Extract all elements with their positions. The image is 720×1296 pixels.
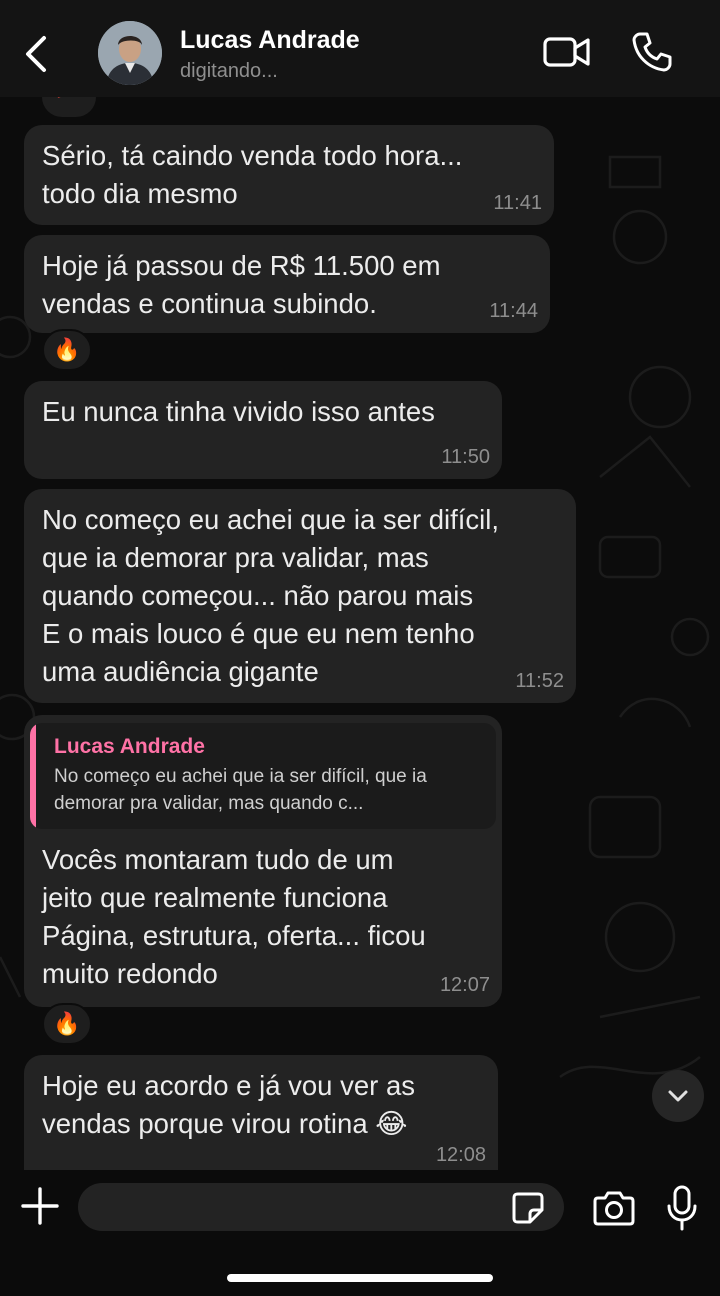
message-time: 11:44	[489, 300, 538, 322]
message-text: Eu nunca tinha vivido isso antes	[42, 396, 435, 427]
phone-icon[interactable]	[630, 30, 674, 74]
quoted-text: No começo eu achei que ia ser difícil, q…	[54, 766, 427, 814]
message-time: 12:08	[435, 1144, 486, 1166]
message-time: 12:07	[439, 974, 490, 996]
message-text: Sério, tá caindo venda todo hora... todo…	[42, 140, 463, 209]
camera-icon[interactable]	[592, 1188, 636, 1228]
sticker-icon[interactable]	[510, 1190, 546, 1226]
message-text: Hoje já passou de R$ 11.500 em vendas e …	[42, 250, 441, 319]
message-text: Hoje eu acordo e já vou ver as vendas po…	[42, 1070, 415, 1139]
message-time: 11:41	[493, 192, 542, 214]
quoted-message[interactable]: Lucas Andrade No começo eu achei que ia …	[30, 723, 496, 829]
plus-icon[interactable]	[20, 1186, 60, 1226]
quoted-author: Lucas Andrade	[54, 735, 205, 758]
chat-area[interactable]: 💯 Sério, tá caindo venda todo hora... to…	[0, 97, 720, 1170]
contact-name[interactable]: Lucas Andrade	[180, 26, 360, 55]
reply-message-bubble[interactable]: Lucas Andrade No começo eu achei que ia …	[24, 715, 502, 1007]
chevron-down-icon	[668, 1090, 688, 1102]
message-input[interactable]	[78, 1183, 564, 1231]
microphone-icon[interactable]	[664, 1184, 700, 1232]
scroll-to-bottom-button[interactable]	[652, 1070, 704, 1122]
video-call-icon[interactable]	[542, 33, 592, 73]
message-bubble[interactable]: Eu nunca tinha vivido isso antes 11:50	[24, 381, 502, 479]
fire-reaction[interactable]: 🔥	[42, 329, 92, 371]
message-time: 11:52	[515, 670, 564, 692]
message-text: No começo eu achei que ia ser difícil, q…	[42, 504, 500, 687]
message-bubble[interactable]: Hoje eu acordo e já vou ver as vendas po…	[24, 1055, 498, 1170]
message-bubble[interactable]: Sério, tá caindo venda todo hora... todo…	[24, 125, 554, 225]
fire-emoji: 🔥	[53, 1011, 81, 1036]
chat-header: Lucas Andrade digitando...	[0, 0, 720, 97]
back-arrow-icon[interactable]	[18, 32, 54, 76]
message-bubble[interactable]: No começo eu achei que ia ser difícil, q…	[24, 489, 576, 703]
fire-reaction[interactable]: 🔥	[42, 1003, 92, 1045]
message-bubble[interactable]: Hoje já passou de R$ 11.500 em vendas e …	[24, 235, 550, 333]
avatar[interactable]	[98, 21, 162, 85]
message-text: Vocês montaram tudo de um jeito que real…	[42, 844, 426, 989]
message-time: 11:50	[441, 446, 490, 468]
typing-status: digitando...	[180, 60, 278, 82]
fire-emoji: 🔥	[53, 337, 81, 362]
home-indicator[interactable]	[227, 1274, 493, 1282]
hundred-points-emoji: 💯	[56, 97, 83, 99]
message-composer	[0, 1170, 720, 1296]
